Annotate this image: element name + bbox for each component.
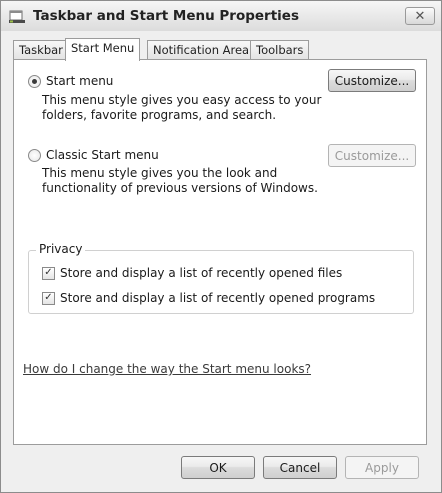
check-icon: ✓ — [44, 267, 53, 278]
close-icon: ✕ — [414, 8, 426, 24]
recent-programs-checkbox-label: Store and display a list of recently ope… — [60, 291, 376, 305]
classic-menu-radio[interactable] — [28, 148, 41, 162]
classic-menu-radio-label: Classic Start menu — [46, 148, 159, 162]
classic-menu-customize-button[interactable]: Customize... — [328, 144, 416, 167]
radio-selected-dot — [32, 78, 37, 84]
check-icon: ✓ — [44, 292, 53, 303]
start-menu-customize-button[interactable]: Customize... — [328, 69, 416, 92]
recent-files-checkbox-label: Store and display a list of recently ope… — [60, 266, 343, 280]
recent-programs-checkbox[interactable]: ✓ — [42, 291, 55, 305]
tab-toolbars[interactable]: Toolbars — [250, 40, 310, 60]
tab-start-menu[interactable]: Start Menu — [65, 38, 141, 61]
start-menu-radio-label: Start menu — [46, 74, 114, 88]
ok-button[interactable]: OK — [181, 456, 255, 479]
title-bar[interactable]: Taskbar and Start Menu Properties ✕ — [1, 1, 441, 31]
cancel-button[interactable]: Cancel — [263, 456, 337, 479]
apply-button[interactable]: Apply — [345, 456, 419, 479]
classic-menu-description-line2: functionality of previous versions of Wi… — [42, 181, 318, 195]
classic-menu-radio-row[interactable]: Classic Start menu — [28, 148, 159, 162]
recent-programs-checkbox-row[interactable]: ✓ Store and display a list of recently o… — [42, 291, 375, 305]
properties-dialog: Taskbar and Start Menu Properties ✕ Task… — [0, 0, 442, 493]
start-menu-panel: Start menu This menu style gives you eas… — [13, 59, 427, 445]
close-button[interactable]: ✕ — [405, 7, 435, 25]
classic-menu-description-line1: This menu style gives you the look and — [42, 166, 278, 180]
start-menu-help-link[interactable]: How do I change the way the Start menu l… — [23, 362, 311, 376]
start-menu-description-line1: This menu style gives you easy access to… — [42, 93, 322, 107]
recent-files-checkbox[interactable]: ✓ — [42, 266, 55, 280]
classic-menu-description: This menu style gives you the look and f… — [42, 166, 318, 196]
taskbar-properties-icon — [9, 10, 25, 23]
start-menu-radio[interactable] — [28, 74, 41, 88]
privacy-group-title: Privacy — [36, 242, 86, 256]
tab-notification-area[interactable]: Notification Area — [147, 40, 256, 60]
window-title: Taskbar and Start Menu Properties — [33, 8, 299, 24]
start-menu-description: This menu style gives you easy access to… — [42, 93, 321, 123]
recent-files-checkbox-row[interactable]: ✓ Store and display a list of recently o… — [42, 266, 342, 280]
start-menu-radio-row[interactable]: Start menu — [28, 74, 113, 88]
start-menu-description-line2: folders, favorite programs, and search. — [42, 108, 277, 122]
tab-taskbar[interactable]: Taskbar — [13, 40, 69, 60]
